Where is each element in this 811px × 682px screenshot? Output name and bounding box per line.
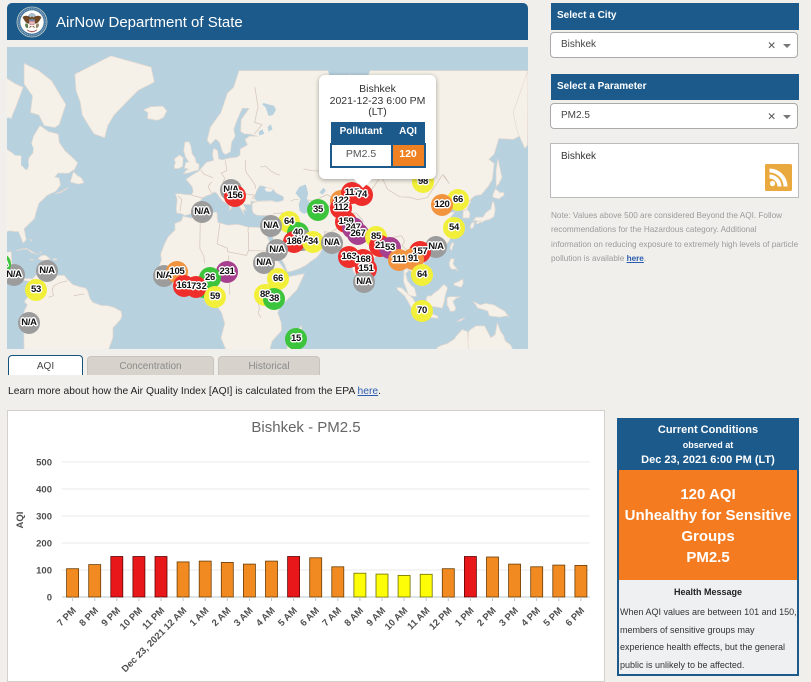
svg-text:7 AM: 7 AM [320, 605, 344, 629]
svg-text:1 AM: 1 AM [188, 605, 212, 629]
svg-text:4 AM: 4 AM [254, 605, 278, 629]
svg-text:3 PM: 3 PM [497, 605, 521, 629]
svg-text:10 AM: 10 AM [383, 605, 410, 632]
svg-text:1 PM: 1 PM [453, 605, 477, 629]
svg-text:300: 300 [36, 512, 52, 523]
svg-text:Bishkek - PM2.5: Bishkek - PM2.5 [251, 419, 360, 436]
svg-text:8 AM: 8 AM [342, 605, 366, 629]
svg-text:8 PM: 8 PM [77, 605, 101, 629]
svg-text:AQI: AQI [15, 512, 26, 529]
svg-text:2 PM: 2 PM [475, 605, 499, 629]
svg-text:6 PM: 6 PM [564, 605, 588, 629]
svg-text:200: 200 [36, 539, 52, 550]
svg-text:4 PM: 4 PM [519, 605, 543, 629]
svg-text:2 AM: 2 AM [210, 605, 234, 629]
svg-text:11 AM: 11 AM [405, 605, 432, 632]
svg-text:0: 0 [47, 593, 52, 604]
svg-text:500: 500 [36, 458, 52, 469]
svg-text:12 PM: 12 PM [427, 605, 454, 632]
svg-text:400: 400 [36, 485, 52, 496]
svg-text:5 AM: 5 AM [276, 605, 300, 629]
svg-text:10 PM: 10 PM [118, 605, 145, 632]
svg-text:5 PM: 5 PM [541, 605, 565, 629]
svg-text:6 AM: 6 AM [298, 605, 322, 629]
svg-text:7 PM: 7 PM [55, 605, 79, 629]
svg-text:100: 100 [36, 566, 52, 577]
svg-text:3 AM: 3 AM [232, 605, 256, 629]
